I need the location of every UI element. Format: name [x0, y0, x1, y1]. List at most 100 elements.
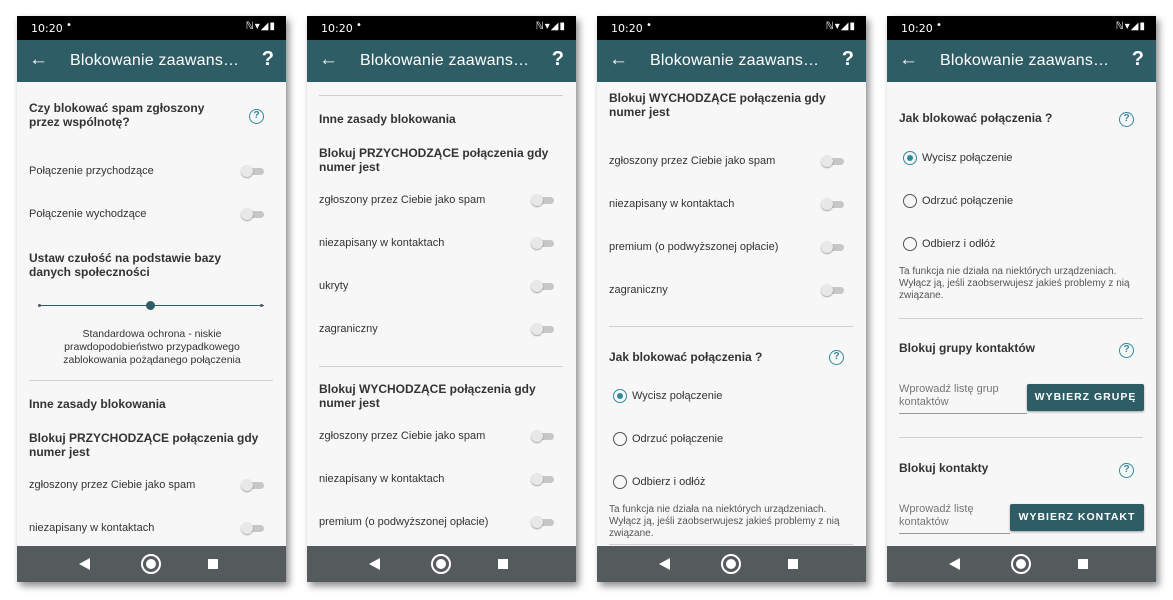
reported-spam-label: zgłoszony przez Ciebie jako spam — [29, 479, 196, 491]
contacts-input[interactable]: Wprowadź listę kontaktów — [899, 503, 1010, 534]
block-outgoing-heading: Blokuj WYCHODZĄCE połączenia gdy numer j… — [319, 382, 536, 410]
status-time: 10:20 — [321, 22, 353, 35]
notification-dot: • — [936, 20, 942, 31]
nav-back-icon[interactable] — [79, 558, 90, 570]
divider — [609, 326, 853, 327]
help-circle-icon[interactable]: ? — [1119, 463, 1134, 478]
incoming-reported-spam-toggle[interactable] — [531, 194, 555, 206]
nav-back-icon[interactable] — [949, 558, 960, 570]
back-arrow-icon[interactable]: ← — [319, 49, 338, 71]
reported-spam-label: zgłoszony przez Ciebie jako spam — [319, 194, 486, 206]
help-icon[interactable]: ? — [552, 48, 564, 71]
answer-hangup-radio[interactable] — [903, 237, 917, 251]
nav-recent-icon[interactable] — [788, 559, 798, 569]
how-block-heading: Jak blokować połączenia ? — [609, 350, 763, 364]
help-circle-icon[interactable]: ? — [249, 109, 264, 124]
outgoing-reported-spam-toggle[interactable] — [821, 155, 845, 167]
outgoing-call-toggle[interactable] — [241, 208, 265, 220]
page-title: Blokowanie zaawansowane — [70, 52, 242, 69]
nav-recent-icon[interactable] — [1078, 559, 1088, 569]
status-bar: 10:20 • ℕ▾◢▮ — [887, 16, 1156, 40]
divider — [29, 380, 273, 381]
incoming-reported-spam-toggle[interactable] — [241, 479, 265, 491]
help-icon[interactable]: ? — [1132, 48, 1144, 71]
nav-back-icon[interactable] — [369, 558, 380, 570]
nav-back-icon[interactable] — [659, 558, 670, 570]
reported-spam-label: zgłoszony przez Ciebie jako spam — [319, 430, 486, 442]
nav-home-icon[interactable] — [141, 554, 161, 574]
sensitivity-description: Standardowa ochrona - niskie prawdopodob… — [63, 328, 241, 366]
help-circle-icon[interactable]: ? — [1119, 343, 1134, 358]
outgoing-not-in-contacts-toggle[interactable] — [531, 473, 555, 485]
answer-hangup-label: Odbierz i odłóż — [632, 476, 706, 488]
incoming-call-toggle[interactable] — [241, 165, 265, 177]
help-icon[interactable]: ? — [842, 48, 854, 71]
page-title: Blokowanie zaawansowane — [360, 52, 532, 69]
help-circle-icon[interactable]: ? — [1119, 112, 1134, 127]
incoming-foreign-toggle[interactable] — [531, 323, 555, 335]
device-note: Ta funkcja nie działa na niektórych urzą… — [609, 504, 840, 539]
contact-groups-input[interactable]: Wprowadź listę grup kontaktów — [899, 383, 1027, 414]
block-contacts-heading: Blokuj kontakty — [899, 461, 989, 475]
navigation-bar — [307, 546, 576, 582]
block-incoming-heading: Blokuj PRZYCHODZĄCE połączenia gdy numer… — [29, 431, 259, 459]
phone-screen-1: 10:20 • ℕ▾◢▮ ← Blokowanie zaawansowane ?… — [17, 16, 286, 582]
outgoing-not-in-contacts-toggle[interactable] — [821, 198, 845, 210]
other-rules-heading: Inne zasady blokowania — [29, 397, 166, 411]
premium-label: premium (o podwyższonej opłacie) — [609, 241, 779, 253]
status-time: 10:20 — [611, 22, 643, 35]
foreign-label: zagraniczny — [609, 284, 668, 296]
how-block-heading: Jak blokować połączenia ? — [899, 111, 1053, 125]
status-icons: ℕ▾◢▮ — [825, 21, 856, 32]
mute-label: Wycisz połączenie — [632, 390, 723, 402]
app-bar: ← Blokowanie zaawansowane ? — [17, 40, 286, 82]
not-in-contacts-label: niezapisany w kontaktach — [609, 198, 735, 210]
reject-radio[interactable] — [613, 432, 627, 446]
incoming-not-in-contacts-toggle[interactable] — [241, 522, 265, 534]
page-title: Blokowanie zaawansowane — [650, 52, 822, 69]
reject-label: Odrzuć połączenie — [632, 433, 724, 445]
outgoing-premium-toggle[interactable] — [821, 241, 845, 253]
choose-contact-button[interactable]: WYBIERZ KONTAKT — [1010, 504, 1144, 531]
choose-group-button[interactable]: WYBIERZ GRUPĘ — [1027, 384, 1144, 411]
nav-recent-icon[interactable] — [498, 559, 508, 569]
block-incoming-heading: Blokuj PRZYCHODZĄCE połączenia gdy numer… — [319, 146, 549, 174]
incoming-not-in-contacts-toggle[interactable] — [531, 237, 555, 249]
outgoing-foreign-toggle[interactable] — [821, 284, 845, 296]
spam-question-heading: Czy blokować spam zgłoszony przez wspóln… — [29, 101, 205, 129]
back-arrow-icon[interactable]: ← — [609, 49, 628, 71]
reject-radio[interactable] — [903, 194, 917, 208]
phone-screen-3: 10:20 • ℕ▾◢▮ ← Blokowanie zaawansowane ?… — [597, 16, 866, 582]
sensitivity-slider-thumb[interactable] — [146, 301, 155, 310]
notification-dot: • — [66, 20, 72, 31]
nav-home-icon[interactable] — [721, 554, 741, 574]
notification-dot: • — [646, 20, 652, 31]
phone-screen-4: 10:20 • ℕ▾◢▮ ← Blokowanie zaawansowane ?… — [887, 16, 1156, 582]
incoming-hidden-toggle[interactable] — [531, 280, 555, 292]
nav-recent-icon[interactable] — [208, 559, 218, 569]
app-bar: ← Blokowanie zaawansowane ? — [307, 40, 576, 82]
mute-radio[interactable] — [613, 389, 627, 403]
outgoing-premium-toggle[interactable] — [531, 516, 555, 528]
outgoing-call-label: Połączenie wychodzące — [29, 208, 147, 220]
status-time: 10:20 — [31, 22, 63, 35]
phone-screen-2: 10:20 • ℕ▾◢▮ ← Blokowanie zaawansowane ?… — [307, 16, 576, 582]
status-icons: ℕ▾◢▮ — [245, 21, 276, 32]
outgoing-reported-spam-toggle[interactable] — [531, 430, 555, 442]
not-in-contacts-label: niezapisany w kontaktach — [29, 522, 155, 534]
answer-hangup-radio[interactable] — [613, 475, 627, 489]
divider — [319, 95, 563, 96]
mute-radio[interactable] — [903, 151, 917, 165]
not-in-contacts-label: niezapisany w kontaktach — [319, 237, 445, 249]
status-bar: 10:20 • ℕ▾◢▮ — [307, 16, 576, 40]
incoming-call-label: Połączenie przychodzące — [29, 165, 154, 177]
help-icon[interactable]: ? — [262, 48, 274, 71]
nav-home-icon[interactable] — [1011, 554, 1031, 574]
answer-hangup-label: Odbierz i odłóż — [922, 238, 996, 250]
reject-label: Odrzuć połączenie — [922, 195, 1014, 207]
nav-home-icon[interactable] — [431, 554, 451, 574]
back-arrow-icon[interactable]: ← — [899, 49, 918, 71]
help-circle-icon[interactable]: ? — [829, 350, 844, 365]
back-arrow-icon[interactable]: ← — [29, 49, 48, 71]
navigation-bar — [17, 546, 286, 582]
